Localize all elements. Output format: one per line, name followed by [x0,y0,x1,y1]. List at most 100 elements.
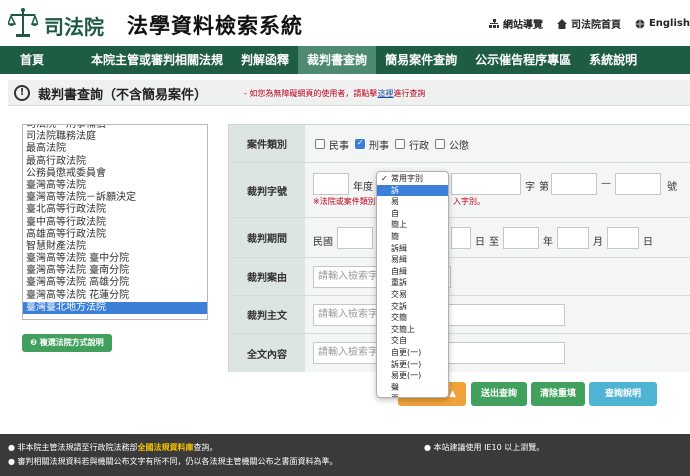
hao-unit: 號 [667,182,677,193]
top-links: 網站導覽 司法院首頁 English [488,16,690,31]
case-word-text-input[interactable] [451,173,521,195]
case-word-option[interactable]: 訴 [377,184,448,197]
period-start-day-input[interactable] [451,227,471,249]
case-year-input[interactable] [313,173,349,195]
court-list-item[interactable]: 臺灣高等法院 [23,180,207,192]
case-word-option[interactable]: 再 [377,393,448,397]
full-text-row: 全文內容 請輸入檢索字 [229,334,690,372]
case-word-option[interactable]: 交簡 [377,312,448,324]
case-word-option[interactable]: 簡上 [377,219,448,231]
court-list-item[interactable]: 最高行政法院 [23,156,207,168]
period-row: 裁判期間 民國 日 至 年 月 日 [229,218,690,258]
nav-regulations[interactable]: 本院主管或審判相關法規 [82,46,232,74]
home-icon [556,18,567,29]
case-word-option[interactable]: 自 [377,208,448,220]
nav-judgment-search[interactable]: 裁判書查詢 [298,46,377,74]
case-type-administrative-checkbox[interactable] [395,139,405,149]
nav-simple-case-search[interactable]: 簡易案件查詢 [376,46,466,74]
court-logo-text[interactable]: 司法院 [44,11,104,40]
accessibility-notice: - 如您為無障礙網頁的使用者，請點擊這裡進行查詢 [244,88,425,99]
case-word-option-label: 訴 [391,185,399,195]
sitemap-link[interactable]: 網站導覽 [488,16,543,31]
court-help-label: 複選法院方式說明 [39,338,104,347]
to-label: 至 [489,237,499,248]
case-word-option[interactable]: 交自 [377,335,448,347]
period-end-year-input[interactable] [503,227,539,249]
case-number-start-input[interactable] [551,173,597,195]
case-type-civil-checkbox[interactable] [315,139,325,149]
english-link[interactable]: English [635,16,690,31]
court-list-item[interactable]: 司法院職務法庭 [23,131,207,143]
court-list-item[interactable]: 臺灣臺北地方法院 [23,301,207,314]
case-type-discipline-checkbox[interactable] [435,139,445,149]
period-end-month-input[interactable] [557,227,589,249]
case-word-option[interactable]: 重訴 [377,277,448,289]
court-list-item[interactable]: 高雄高等行政法院 [23,229,207,241]
main-text-field: 請輸入檢索字 [305,296,690,333]
case-word-option-label: 交訴 [391,301,407,311]
case-word-option-label: 訴緝 [391,243,407,253]
submit-query-button[interactable]: 送出查詢 [471,382,527,406]
case-word-option[interactable]: 自更(一) [377,347,448,359]
footer-line-1-text: ● 非本院主管法規請至行政院法務部 [8,443,138,452]
court-list-item[interactable]: 臺灣高等法院－訴願決定 [23,192,207,204]
court-list-item[interactable]: 臺灣高等法院 花蓮分院 [23,290,207,302]
era-label: 民國 [313,237,333,248]
case-word-option[interactable]: 聲 [377,382,448,394]
case-word-option-label: 易緝 [391,255,407,265]
court-list-item[interactable]: 臺北高等行政法院 [23,204,207,216]
case-word-option-label: 交自 [391,336,407,346]
case-word-option[interactable]: 交易 [377,289,448,301]
end-month-unit: 月 [593,237,603,248]
query-help-button[interactable]: 查詢說明 [589,382,657,406]
case-type-criminal-checkbox[interactable] [355,138,365,149]
court-list-item[interactable]: 最高法院 [23,143,207,155]
case-word-option[interactable]: 易 [377,196,448,208]
info-icon: ! [14,85,30,101]
nav-system-help[interactable]: 系統說明 [580,46,646,74]
national-law-database-link[interactable]: 全國法規資料庫 [138,443,194,452]
court-list-item[interactable]: 臺灣高等法院 臺中分院 [23,253,207,265]
case-word-option[interactable]: 交簡上 [377,324,448,336]
court-list-item[interactable]: 智慧財產法院 [23,241,207,253]
sitemap-label: 網站導覽 [502,20,543,31]
case-word-option[interactable]: 交訴 [377,301,448,313]
zi-unit: 字 [525,182,535,193]
court-list-item[interactable]: 公務員懲戒委員會 [23,168,207,180]
judicial-home-link[interactable]: 司法院首頁 [556,16,621,31]
case-word-option[interactable]: 簡 [377,231,448,243]
cause-label: 裁判案由 [229,258,305,295]
nav-home[interactable]: 首頁 [0,46,82,74]
case-word-option[interactable]: 訴緝 [377,243,448,255]
period-fields: 民國 日 至 年 月 日 [305,218,690,257]
court-list[interactable]: 司法院－刑事補償 司法院職務法庭 最高法院 最高行政法院 公務員懲戒委員會 臺灣高等法院臺… [22,124,208,320]
case-word-option[interactable]: 訴更(一) [377,359,448,371]
nav-public-summons[interactable]: 公示催告程序專區 [466,46,580,74]
accessibility-link[interactable]: 這裡 [377,89,393,98]
case-word-option-label: 訴更(一) [391,359,422,369]
court-list-item[interactable]: 臺灣高等法院 高雄分院 [23,277,207,289]
year-unit: 年度 [353,182,373,193]
clear-form-button[interactable]: 清除重填 [531,382,585,406]
case-word-option-label: 交簡上 [391,324,415,334]
case-word-option[interactable]: 易更(一) [377,370,448,382]
main-text-label: 裁判主文 [229,296,305,333]
period-start-year-input[interactable] [337,227,373,249]
court-multi-select-help-button[interactable]: ❷ 複選法院方式說明 [22,334,112,352]
court-list-item[interactable]: 臺中高等行政法院 [23,217,207,229]
case-type-criminal-label: 刑事 [369,141,389,152]
case-number-end-input[interactable] [615,173,661,195]
notice-suffix: 進行查詢 [393,89,426,98]
judicial-home-label: 司法院首頁 [570,20,621,31]
case-word-option-label: 簡 [391,231,399,241]
period-end-day-input[interactable] [607,227,639,249]
case-word-dropdown[interactable]: ✓ 常用字別訴易自簡上簡訴緝易緝 自緝 重訴 交易 交訴 交簡 交簡上交自 自更(一) 訴更(一)… [376,171,449,398]
case-number-hint-right: 入字別。 [453,197,485,206]
court-list-item[interactable]: 臺灣高等法院 臺南分院 [23,265,207,277]
case-word-option[interactable]: 自緝 [377,266,448,278]
scales-logo-icon[interactable] [8,7,38,39]
footer-line-2: ● 審判相關法規資料若與機關公布文字有所不同，仍以各法規主管機關公布之書面資料為… [8,457,338,466]
nav-interpretations[interactable]: 判解函釋 [232,46,298,74]
case-word-option[interactable]: ✓ 常用字別 [377,173,448,185]
case-word-option[interactable]: 易緝 [377,254,448,266]
